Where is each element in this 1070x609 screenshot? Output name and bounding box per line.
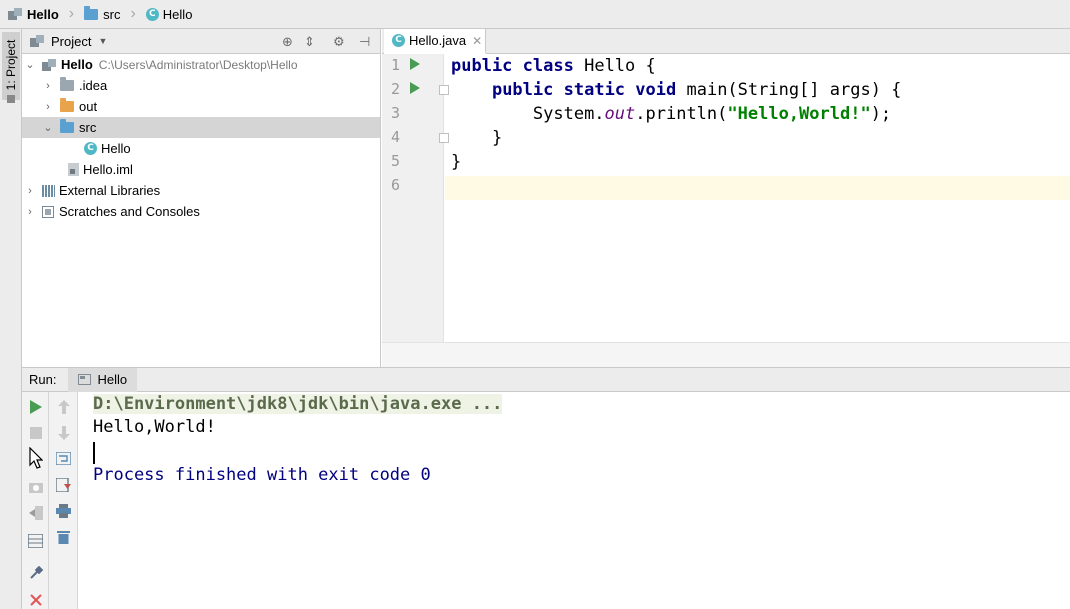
tab-hello-java[interactable]: C Hello.java ✕: [384, 29, 486, 54]
project-tool-window-tab[interactable]: 1: Project: [2, 32, 20, 100]
code-line-5: }: [451, 152, 462, 172]
camera-icon[interactable]: [27, 478, 44, 495]
tree-item-out[interactable]: › out: [22, 96, 380, 117]
tree-item-hello-iml[interactable]: Hello.iml: [22, 159, 380, 180]
console-command-line: D:\Environment\jdk8\jdk\bin\java.exe ...: [93, 394, 503, 414]
hide-icon[interactable]: ⊣: [359, 34, 370, 50]
locate-icon[interactable]: ⊕: [282, 34, 293, 50]
code-line-3: System.out.println("Hello,World!");: [532, 104, 892, 124]
run-console[interactable]: D:\Environment\jdk8\jdk\bin\java.exe ...…: [78, 392, 1070, 609]
scroll-to-end-icon[interactable]: [55, 476, 72, 493]
code-line-4: }: [491, 128, 503, 148]
chevron-down-icon[interactable]: ▼: [98, 36, 107, 46]
close-icon[interactable]: ✕: [472, 34, 482, 48]
tree-item-external-libraries[interactable]: › External Libraries: [22, 180, 380, 201]
gear-icon[interactable]: ⚙: [333, 34, 345, 50]
line-number: 2: [390, 80, 400, 98]
project-view-selector[interactable]: Project: [51, 34, 91, 49]
code-line-2: public static void main(String[] args) {: [491, 80, 902, 100]
chevron-right-icon[interactable]: ›: [24, 185, 36, 197]
soft-wrap-icon[interactable]: [55, 450, 72, 467]
chevron-right-icon[interactable]: ›: [24, 206, 36, 218]
java-class-icon: C: [392, 34, 405, 47]
scratches-icon: [42, 205, 54, 218]
line-number: 1: [390, 56, 400, 74]
breadcrumb-separator-icon: ›: [130, 5, 136, 22]
left-tool-stripe: 1: Project: [0, 29, 22, 609]
tree-item-idea[interactable]: › .idea: [22, 75, 380, 96]
line-number: 4: [390, 128, 400, 146]
arrow-down-icon[interactable]: [55, 424, 72, 441]
module-file-icon: [68, 163, 79, 176]
console-output-line: Hello,World!: [93, 417, 216, 437]
project-view-icon: [30, 35, 44, 47]
editor-breadcrumb-bar: [382, 342, 1070, 367]
code-line-1: public class Hello {: [451, 56, 656, 76]
chevron-right-icon[interactable]: ›: [42, 80, 54, 92]
run-panel-title: Run:: [29, 372, 57, 387]
arrow-up-icon[interactable]: [55, 398, 72, 415]
run-class-icon[interactable]: [410, 58, 420, 70]
collapse-all-icon[interactable]: ⇕: [304, 34, 315, 50]
exit-icon[interactable]: [27, 504, 44, 521]
run-config-icon: [78, 374, 92, 385]
stop-icon[interactable]: [27, 424, 44, 441]
text-caret: [93, 442, 95, 464]
folder-icon: [84, 5, 99, 20]
chevron-right-icon[interactable]: ›: [42, 101, 54, 113]
rerun-icon[interactable]: [27, 398, 44, 415]
java-class-icon: C: [84, 142, 97, 155]
editor-tabs: C Hello.java ✕: [382, 29, 1070, 54]
code-editor: C Hello.java ✕ 1 2 3 4 5 6 public class …: [382, 29, 1070, 367]
folder-icon: [60, 98, 74, 112]
breadcrumb-separator-icon: ›: [68, 5, 75, 22]
breadcrumb-item-project[interactable]: Hello: [0, 0, 69, 29]
project-panel-header: Project ▼ ⊕ ⇕ ⚙ ⊣: [22, 29, 380, 54]
run-tab-hello[interactable]: Hello: [68, 367, 138, 392]
mouse-cursor-icon: [29, 447, 43, 469]
close-icon[interactable]: [27, 591, 44, 608]
code-area[interactable]: public class Hello { public static void …: [445, 54, 1070, 367]
folder-icon: [60, 119, 74, 133]
folder-icon: [60, 77, 74, 91]
chevron-down-icon[interactable]: ⌄: [24, 58, 36, 71]
tree-item-hello-class[interactable]: C Hello: [22, 138, 380, 159]
breadcrumb-item-src[interactable]: src: [76, 0, 130, 29]
tree-item-project-root[interactable]: ⌄ Hello C:\Users\Administrator\Desktop\H…: [22, 54, 380, 75]
chevron-down-icon[interactable]: ⌄: [42, 121, 54, 134]
layout-icon[interactable]: [27, 532, 44, 549]
pin-icon[interactable]: [27, 564, 44, 581]
breadcrumb: Hello › src › C Hello: [0, 0, 1070, 29]
java-class-icon: C: [145, 7, 159, 21]
trash-icon[interactable]: [55, 528, 72, 545]
tree-item-scratches[interactable]: › Scratches and Consoles: [22, 201, 380, 222]
project-panel: Project ▼ ⊕ ⇕ ⚙ ⊣ ⌄ Hello C:\Users\Admin…: [22, 29, 381, 367]
tree-item-src[interactable]: ⌄ src: [22, 117, 380, 138]
line-number: 5: [390, 152, 400, 170]
print-icon[interactable]: [55, 502, 72, 519]
project-path: C:\Users\Administrator\Desktop\Hello: [98, 57, 298, 72]
breadcrumb-item-hello-class[interactable]: C Hello: [138, 0, 203, 29]
editor-gutter: 1 2 3 4 5 6: [382, 54, 449, 367]
structure-icon[interactable]: [7, 95, 15, 103]
run-toolbar-primary: [22, 392, 49, 609]
run-panel-header: Run: Hello: [22, 367, 1070, 392]
project-icon: [42, 58, 56, 71]
library-icon: [42, 184, 55, 197]
line-number: 6: [390, 176, 400, 194]
run-toolbar-secondary: [49, 392, 78, 609]
run-main-icon[interactable]: [410, 82, 420, 94]
project-icon: [8, 8, 22, 20]
console-exit-message: Process finished with exit code 0: [93, 465, 431, 485]
line-number: 3: [390, 104, 400, 122]
